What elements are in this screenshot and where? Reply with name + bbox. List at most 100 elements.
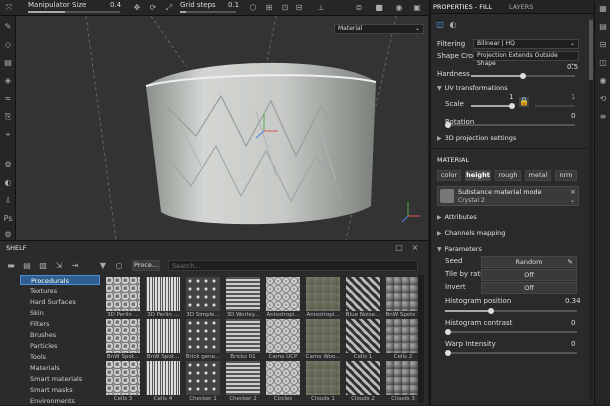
shelf-category-item[interactable]: Smart materials (20, 374, 100, 384)
manipulator-icon[interactable]: ⤧ (4, 3, 14, 13)
fill-icon[interactable]: ◫ (435, 20, 445, 30)
export-shelf-icon[interactable]: ⇥ (70, 261, 80, 271)
asset-thumbnail[interactable] (226, 361, 260, 395)
cube-view-icon[interactable]: ■ (374, 3, 384, 13)
channel-button-color[interactable]: color (437, 170, 461, 181)
filter-chip[interactable]: Proce... (132, 260, 160, 271)
3d-projection-header[interactable]: ▶ 3D projection settings (437, 134, 516, 142)
symmetry-icon[interactable]: ⊟ (294, 3, 304, 13)
camera-icon[interactable]: ▣ (412, 3, 422, 13)
asset-thumbnail[interactable] (386, 319, 420, 353)
import-icon[interactable]: ⇲ (54, 261, 64, 271)
layers-icon[interactable]: ▤ (598, 22, 608, 32)
scale-icon[interactable]: ⤢ (164, 3, 174, 13)
lock-icon[interactable]: 🔒 (519, 97, 529, 107)
tile-toggle[interactable]: Off (481, 269, 577, 281)
hist-contrast-slider[interactable] (445, 329, 577, 335)
asset-thumbnail[interactable] (386, 277, 420, 311)
asset-thumbnail[interactable] (266, 277, 300, 311)
asset-thumbnail[interactable] (226, 277, 260, 311)
substance-material-card[interactable]: Substance material mode Crystal 2 × ⌄ (437, 186, 579, 206)
paint-brush-icon[interactable]: ✎ (3, 22, 13, 32)
asset-thumbnail[interactable] (346, 277, 380, 311)
render-icon[interactable]: ◉ (394, 3, 404, 13)
smudge-icon[interactable]: ≈ (3, 94, 13, 104)
shelf-scrollbar[interactable] (418, 275, 424, 403)
maximize-icon[interactable]: ▢ (394, 243, 404, 253)
hist-position-slider[interactable] (445, 308, 577, 314)
polygon-fill-icon[interactable]: ◈ (3, 76, 13, 86)
shelf-category-item[interactable]: Smart masks (20, 385, 100, 395)
new-folder-icon[interactable]: ▤ (22, 261, 32, 271)
move-icon[interactable]: ✥ (132, 3, 142, 13)
shelf-category-item[interactable]: Particles (20, 341, 100, 351)
close-icon[interactable]: × (410, 243, 420, 253)
asset-thumbnail[interactable] (306, 319, 340, 353)
asset-thumbnail[interactable] (266, 361, 300, 395)
chevron-down-icon[interactable]: ⌄ (570, 197, 575, 204)
material-sphere-icon[interactable]: ◐ (448, 20, 458, 30)
log-icon[interactable]: ≡ (598, 112, 608, 122)
eraser-icon[interactable]: ◇ (3, 40, 13, 50)
shelf-category-item[interactable]: Materials (20, 363, 100, 373)
asset-thumbnail[interactable] (186, 277, 220, 311)
props-scrollbar[interactable] (589, 20, 593, 400)
snap-icon[interactable]: ⊡ (280, 3, 290, 13)
asset-thumbnail[interactable] (186, 361, 220, 395)
rotation-slider[interactable] (445, 122, 575, 128)
warp-slider[interactable] (445, 350, 577, 356)
manipulator-size-slider[interactable] (28, 11, 120, 13)
axis-icon[interactable]: ⟂ (316, 3, 326, 13)
render-tool-icon[interactable]: ◐ (3, 178, 13, 188)
channel-button-height[interactable]: height (465, 170, 491, 181)
clear-filter-icon[interactable]: ○ (114, 261, 124, 271)
bake-icon[interactable]: ⚙ (3, 160, 13, 170)
tab-layers[interactable]: LAYERS (509, 3, 533, 11)
channel-button-metal[interactable]: metal (525, 170, 551, 181)
shelf-category-item[interactable]: Skin (20, 308, 100, 318)
projection-icon[interactable]: ▤ (3, 58, 13, 68)
channels-mapping-header[interactable]: ▶ Channels mapping (437, 229, 505, 237)
parameters-header[interactable]: ▼ Parameters (437, 245, 482, 253)
channel-button-nrm[interactable]: nrm (555, 170, 577, 181)
shelf-category-item[interactable]: Procedurals (20, 275, 100, 285)
clone-icon[interactable]: ⎘ (3, 112, 13, 122)
export-icon[interactable]: ⇩ (3, 196, 13, 206)
asset-thumbnail[interactable] (186, 319, 220, 353)
hardness-slider[interactable] (471, 73, 575, 79)
asset-thumbnail[interactable] (106, 319, 140, 353)
picker-icon[interactable]: ⌖ (3, 130, 13, 140)
uv-transformations-header[interactable]: ▼ UV transformations (437, 84, 508, 92)
shelf-category-item[interactable]: Filters (20, 319, 100, 329)
scale-slider-v[interactable] (535, 105, 575, 107)
invert-toggle[interactable]: Off (481, 282, 577, 294)
rotate-icon[interactable]: ⟳ (148, 3, 158, 13)
folder-icon[interactable]: ▬ (6, 261, 16, 271)
seed-random-button[interactable]: Random ✎ (481, 256, 577, 268)
object-icon[interactable]: ⬡ (248, 3, 258, 13)
asset-thumbnail[interactable] (146, 277, 180, 311)
filter-icon[interactable]: ▼ (98, 261, 108, 271)
asset-thumbnail[interactable] (106, 277, 140, 311)
asset-thumbnail[interactable] (306, 277, 340, 311)
grid-steps-slider[interactable] (180, 11, 236, 13)
viewer-settings-icon[interactable]: ◉ (598, 76, 608, 86)
asset-thumbnail[interactable] (266, 319, 300, 353)
channel-button-rough[interactable]: rough (495, 170, 521, 181)
asset-thumbnail[interactable] (226, 319, 260, 353)
channel-select[interactable]: Material ⌄ (334, 24, 424, 34)
display-mode-icon[interactable]: ⊜ (354, 3, 364, 13)
asset-thumbnail[interactable] (386, 361, 420, 395)
asset-thumbnail[interactable] (346, 319, 380, 353)
filtering-select[interactable]: Bilinear | HQ ⌄ (473, 39, 579, 49)
asset-thumbnail[interactable] (346, 361, 380, 395)
scale-slider-u[interactable] (471, 103, 515, 109)
shelf-category-item[interactable]: Brushes (20, 330, 100, 340)
delete-folder-icon[interactable]: ▧ (38, 261, 48, 271)
photoshop-icon[interactable]: Ps (3, 214, 13, 224)
shelf-category-item[interactable]: Textures (20, 286, 100, 296)
grid-icon[interactable]: ⊞ (264, 3, 274, 13)
properties-icon[interactable]: ⊟ (598, 40, 608, 50)
asset-thumbnail[interactable] (146, 361, 180, 395)
history-icon[interactable]: ⟲ (598, 94, 608, 104)
